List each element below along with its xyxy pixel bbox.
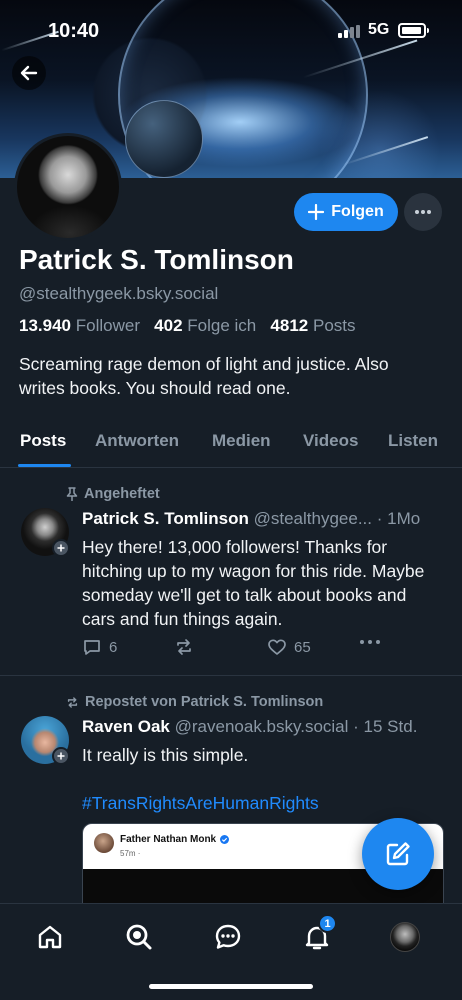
like-button[interactable]: 65 [267, 637, 311, 657]
nav-home[interactable] [34, 921, 66, 953]
more-dots-icon [360, 640, 380, 644]
following-link[interactable]: 402 Folge ich [154, 316, 256, 335]
tab-media[interactable]: Medien [212, 431, 271, 451]
post-text[interactable]: Hey there! 13,000 followers! Thanks for … [82, 535, 437, 631]
profile-stats: 13.940 Follower 402 Folge ich 4812 Posts [19, 316, 356, 336]
follow-button[interactable]: Folgen [294, 193, 398, 231]
verified-badge-icon [220, 835, 230, 844]
profile-bio: Screaming rage demon of light and justic… [19, 354, 389, 398]
nav-chat[interactable] [212, 921, 244, 953]
nav-profile-avatar[interactable] [390, 922, 420, 952]
post-text[interactable]: It really is this simple. [82, 743, 437, 767]
post-divider [0, 675, 462, 676]
tab-posts[interactable]: Posts [20, 431, 66, 451]
post-time[interactable]: · 15 Std. [353, 717, 417, 736]
follow-plus-badge[interactable] [52, 747, 70, 765]
followers-link[interactable]: 13.940 Follower [19, 316, 140, 335]
follow-plus-badge[interactable] [52, 539, 70, 557]
post-hashtag[interactable]: #TransRightsAreHumanRights [82, 791, 437, 815]
embed-avatar [94, 833, 114, 853]
home-icon [38, 925, 62, 949]
search-icon [126, 924, 152, 950]
reply-button[interactable]: 6 [82, 637, 117, 657]
post-author[interactable]: Patrick S. Tomlinson [82, 509, 249, 528]
profile-display-name: Patrick S. Tomlinson [19, 244, 294, 275]
post-handle[interactable]: @stealthygee... [254, 509, 372, 528]
chat-icon [215, 924, 241, 949]
status-time: 10:40 [48, 20, 100, 42]
post-header: Patrick S. Tomlinson @stealthygee... · 1… [82, 509, 447, 529]
repost-icon [67, 696, 78, 708]
nav-search[interactable] [123, 921, 155, 953]
active-tab-indicator [18, 464, 71, 467]
repost-button[interactable] [174, 637, 194, 657]
like-icon [268, 639, 286, 655]
notification-badge: 1 [318, 914, 337, 933]
tab-replies[interactable]: Antworten [95, 431, 179, 451]
home-indicator [149, 984, 313, 989]
pinned-label: Angeheftet [66, 486, 160, 502]
tab-lists[interactable]: Listen [388, 431, 438, 451]
plus-icon [57, 752, 65, 760]
post-time[interactable]: · 1Mo [377, 509, 420, 528]
repost-icon [177, 639, 191, 655]
more-dots-icon [415, 210, 431, 214]
profile-more-button[interactable] [404, 193, 442, 231]
banner-moon [125, 100, 203, 178]
post-actions: 6 65 [82, 637, 382, 661]
plus-icon [57, 544, 65, 552]
embed-author: Father Nathan Monk [120, 834, 230, 845]
tab-videos[interactable]: Videos [303, 431, 358, 451]
post-more-button[interactable] [359, 639, 381, 645]
pin-icon [66, 487, 78, 501]
back-arrow-icon [20, 65, 38, 81]
battery-icon [398, 23, 429, 38]
post-handle[interactable]: @ravenoak.bsky.social [175, 717, 349, 736]
profile-handle: @stealthygeek.bsky.social [19, 284, 219, 303]
profile-tabs: Posts Antworten Medien Videos Listen [0, 420, 462, 468]
status-bar: 10:40 5G [0, 0, 462, 60]
reply-icon [84, 640, 100, 655]
plus-icon [308, 204, 325, 220]
repost-label[interactable]: Repostet von Patrick S. Tomlinson [66, 694, 323, 710]
network-label: 5G [368, 21, 390, 38]
follow-label: Folgen [331, 203, 384, 220]
embed-time: 57m · [120, 849, 141, 858]
back-button[interactable] [12, 56, 46, 90]
compose-button[interactable] [362, 818, 434, 890]
signal-icon [338, 25, 362, 38]
profile-avatar[interactable] [14, 133, 122, 241]
posts-count: 4812 Posts [270, 316, 356, 335]
compose-icon [386, 842, 410, 866]
post-author[interactable]: Raven Oak [82, 717, 170, 736]
post-header: Raven Oak @ravenoak.bsky.social · 15 Std… [82, 717, 452, 737]
